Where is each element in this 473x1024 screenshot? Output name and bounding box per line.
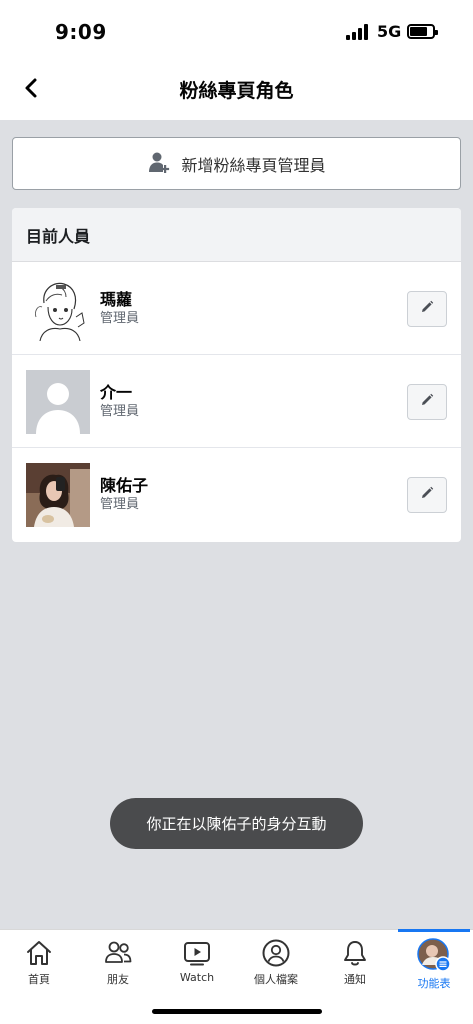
pencil-icon bbox=[419, 392, 435, 412]
person-row: 瑪蘿 管理員 bbox=[12, 262, 461, 355]
tab-label: 功能表 bbox=[417, 977, 451, 990]
main-content: 新增粉絲專頁管理員 目前人員 瑪蘿 管理員 介一 管理員 陳佑子 管理員 你正在… bbox=[0, 120, 473, 930]
add-person-icon bbox=[147, 150, 171, 178]
person-info: 瑪蘿 管理員 bbox=[100, 290, 139, 328]
menu-avatar-icon bbox=[399, 938, 469, 972]
person-row: 陳佑子 管理員 bbox=[12, 448, 461, 541]
acting-as-toast: 你正在以陳佑子的身分互動 bbox=[110, 798, 363, 849]
avatar bbox=[26, 370, 90, 434]
tab-home[interactable]: 首頁 bbox=[4, 938, 74, 998]
person-role: 管理員 bbox=[100, 497, 140, 512]
person-row: 介一 管理員 bbox=[12, 355, 461, 448]
battery-icon bbox=[407, 24, 438, 39]
active-tab-indicator bbox=[398, 929, 470, 932]
person-name: 瑪蘿 bbox=[100, 290, 133, 309]
tab-label: Watch bbox=[179, 971, 215, 984]
add-page-admin-button[interactable]: 新增粉絲專頁管理員 bbox=[12, 137, 461, 190]
profile-icon bbox=[241, 938, 311, 968]
tab-label: 首頁 bbox=[28, 973, 50, 986]
pencil-icon bbox=[419, 299, 435, 319]
tab-label: 朋友 bbox=[107, 973, 129, 986]
home-indicator bbox=[152, 1009, 322, 1014]
current-people-card: 目前人員 瑪蘿 管理員 介一 管理員 陳佑子 管理員 bbox=[12, 208, 461, 542]
section-title: 目前人員 bbox=[12, 208, 461, 262]
person-info: 陳佑子 管理員 bbox=[100, 476, 148, 514]
person-info: 介一 管理員 bbox=[100, 383, 139, 421]
page-header: 粉絲專頁角色 bbox=[0, 60, 473, 118]
edit-role-button[interactable] bbox=[407, 384, 447, 420]
person-name: 陳佑子 bbox=[100, 476, 149, 495]
home-icon bbox=[4, 938, 74, 968]
person-role: 管理員 bbox=[100, 404, 140, 419]
network-label: 5G bbox=[377, 22, 402, 41]
tab-label: 通知 bbox=[344, 973, 366, 986]
tab-friends[interactable]: 朋友 bbox=[83, 938, 153, 998]
tab-menu[interactable]: 功能表 bbox=[399, 938, 469, 998]
page-title: 粉絲專頁角色 bbox=[179, 80, 294, 102]
edit-role-button[interactable] bbox=[407, 477, 447, 513]
avatar bbox=[26, 463, 90, 527]
app-screen: 9:09 5G 粉絲專頁角色 新增粉絲專頁管理員 目前人員 瑪蘿 管理員 介一 … bbox=[0, 0, 473, 1024]
watch-icon bbox=[162, 938, 232, 968]
person-name: 介一 bbox=[100, 383, 133, 402]
bell-icon bbox=[320, 938, 390, 968]
tab-notifications[interactable]: 通知 bbox=[320, 938, 390, 998]
edit-role-button[interactable] bbox=[407, 291, 447, 327]
friends-icon bbox=[83, 938, 153, 968]
avatar bbox=[26, 277, 90, 341]
tab-profile[interactable]: 個人檔案 bbox=[241, 938, 311, 998]
bottom-tab-bar: 首頁 朋友 Watch 個人檔案 通知 功能表 bbox=[0, 929, 473, 1024]
status-bar: 9:09 5G bbox=[0, 0, 473, 60]
person-role: 管理員 bbox=[100, 311, 140, 326]
tab-label: 個人檔案 bbox=[254, 973, 298, 986]
status-time: 9:09 bbox=[55, 20, 107, 44]
pencil-icon bbox=[419, 485, 435, 505]
cellular-signal-icon bbox=[346, 24, 370, 40]
tab-watch[interactable]: Watch bbox=[162, 938, 232, 998]
add-page-admin-label: 新增粉絲專頁管理員 bbox=[181, 155, 326, 175]
